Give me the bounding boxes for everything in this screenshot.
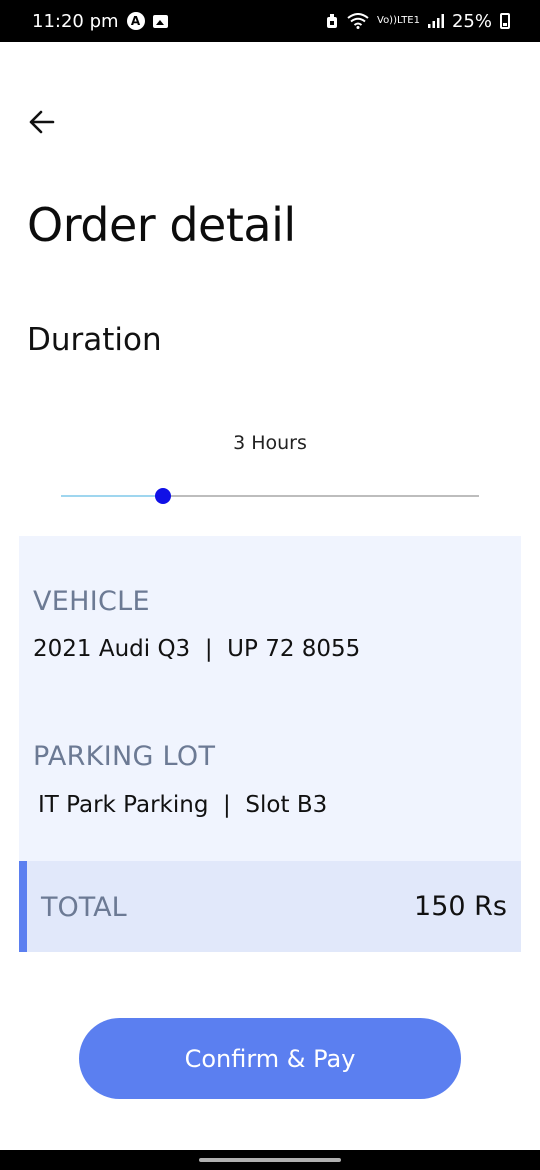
parking-lot-heading: PARKING LOT — [33, 741, 216, 772]
notification-app-icon: A — [126, 12, 145, 30]
status-bar-left: 11:20 pm A — [32, 11, 168, 32]
wifi-icon — [347, 13, 369, 29]
vehicle-value: 2021 Audi Q3 | UP 72 8055 — [33, 636, 361, 662]
parking-lot-value: IT Park Parking | Slot B3 — [38, 792, 328, 818]
duration-label: Duration — [27, 322, 162, 358]
alarm-icon — [325, 13, 339, 29]
battery-percentage: 25% — [451, 10, 492, 32]
confirm-pay-button[interactable]: Confirm & Pay — [79, 1018, 461, 1099]
status-bar-right: Vo)) LTE1 25% — [325, 11, 510, 32]
navigation-bar — [0, 1150, 540, 1170]
back-button[interactable] — [24, 104, 60, 140]
status-bar: 11:20 pm A Vo)) LTE1 25% — [0, 0, 540, 42]
volte-top-label: Vo)) — [377, 15, 397, 26]
volte-bottom-label: LTE1 — [397, 15, 420, 26]
signal-icon — [427, 14, 444, 28]
battery-icon — [500, 13, 510, 29]
order-details-card: VEHICLE 2021 Audi Q3 | UP 72 8055 PARKIN… — [19, 536, 521, 952]
slider-thumb[interactable] — [155, 488, 172, 504]
home-indicator[interactable] — [199, 1158, 341, 1162]
total-row: TOTAL 150 Rs — [19, 861, 521, 952]
total-label: TOTAL — [41, 892, 127, 923]
vehicle-heading: VEHICLE — [33, 586, 150, 617]
slider-fill — [61, 495, 164, 497]
duration-value: 3 Hours — [233, 432, 307, 454]
image-notification-icon — [152, 14, 168, 28]
page-title: Order detail — [27, 198, 296, 252]
duration-slider[interactable] — [61, 486, 479, 506]
arrow-left-icon — [29, 110, 55, 134]
volte-indicator: Vo)) LTE1 — [377, 16, 420, 26]
status-time: 11:20 pm — [32, 10, 119, 32]
total-amount: 150 Rs — [414, 891, 507, 922]
